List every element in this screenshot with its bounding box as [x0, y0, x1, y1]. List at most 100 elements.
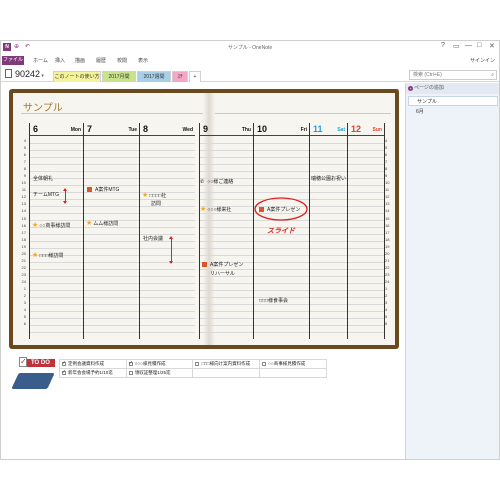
check-icon: ✓ [19, 357, 27, 367]
hour-label: 21 [21, 257, 26, 263]
search-icon: ⌕ [491, 72, 494, 78]
tab-home[interactable]: ホーム [33, 57, 48, 64]
tab-draw[interactable]: 描画 [75, 57, 85, 64]
tab-file[interactable]: ファイル [2, 56, 24, 65]
day-column-sun: 12 Sun [347, 123, 385, 339]
section-tab-monthly[interactable]: 2017月間 [102, 71, 136, 82]
todo-item[interactable]: ○○○様見積作成 [125, 359, 194, 369]
todo-item[interactable]: 新年会会場予約1/10迄 [59, 368, 127, 378]
event[interactable]: 全体朝礼 [33, 175, 53, 182]
hour-label: 4 [385, 307, 388, 313]
event[interactable]: 社内会議 [143, 235, 163, 242]
page-item-june[interactable]: 6月 [408, 107, 498, 117]
todo-checkbox[interactable] [262, 362, 267, 366]
todo-checkbox[interactable] [62, 360, 66, 366]
section-tab-weekly[interactable]: 2017週間 [137, 71, 171, 82]
day-of-week: Wed [182, 127, 193, 133]
close-button[interactable]: ✕ [489, 42, 495, 50]
hour-label: 8 [385, 166, 388, 172]
event[interactable]: ✆ ○○様ご連絡 [200, 178, 233, 185]
hour-label: 6 [385, 152, 388, 158]
page-title[interactable]: サンプル [23, 99, 63, 114]
todo-item[interactable]: □□□様向け案内資料作成 [192, 359, 261, 369]
minimize-button[interactable]: — [465, 42, 472, 49]
event[interactable]: □□□様食事会 [259, 297, 288, 304]
star-icon: ★ [200, 206, 207, 213]
hour-label: 9 [385, 173, 388, 179]
signin-link[interactable]: サインイン [470, 57, 495, 64]
event[interactable]: ★□□□□社 [142, 191, 166, 199]
todo-item[interactable]: ○○商事様見積作成 [259, 359, 327, 369]
event[interactable]: チームMTG [33, 191, 59, 198]
tab-history[interactable]: 履歴 [96, 57, 106, 64]
maximize-button[interactable]: □ [477, 42, 481, 49]
star-icon: ★ [142, 192, 149, 199]
hour-label: 13 [385, 201, 390, 207]
todo-checkbox[interactable] [128, 371, 133, 375]
event[interactable]: ★□□□様訪問 [32, 251, 63, 259]
todo-checkbox[interactable] [128, 360, 133, 366]
todo-item[interactable] [259, 368, 327, 378]
square-marker-icon [202, 262, 207, 267]
hour-label: 17 [21, 229, 26, 235]
todo-badge: TO DO [23, 359, 55, 367]
hour-label: 19 [385, 243, 390, 249]
hour-label: 6 [385, 321, 388, 327]
hour-label: 14 [385, 208, 390, 214]
tab-review[interactable]: 校閲 [117, 57, 127, 64]
day-column-thu: 9 Thu [199, 123, 253, 339]
event[interactable]: リハーサル [210, 270, 235, 277]
notebook-dropdown[interactable]: 90242 ▾ [5, 69, 44, 79]
section-tab-extra[interactable]: ｽﾁ [172, 71, 188, 82]
hour-label: 19 [21, 243, 26, 249]
event[interactable]: 瑞穂公園お祝い [311, 175, 346, 182]
hour-label: 7 [385, 159, 388, 165]
search-input[interactable]: 検索 (Ctrl+E) ⌕ [409, 70, 497, 80]
hour-label: 18 [385, 236, 390, 242]
todo-checkbox[interactable] [195, 362, 200, 366]
hour-label: 22 [385, 264, 390, 270]
hour-label: 6 [23, 321, 26, 327]
notebook-bar: 90242 ▾ このノートの使い方 2017月間 2017週間 ｽﾁ + 検索 … [1, 68, 499, 82]
hour-label: 24 [385, 278, 390, 284]
event[interactable]: 訪問 [151, 200, 161, 207]
handwritten-circle [254, 197, 308, 221]
tab-view[interactable]: 表示 [138, 57, 148, 64]
help-icon[interactable]: ? [441, 42, 445, 49]
ribbon-display-icon[interactable]: ▭ [453, 42, 460, 50]
hour-label: 23 [21, 271, 26, 277]
hour-label: 10 [385, 180, 390, 186]
hour-label: 3 [23, 300, 26, 306]
todo-item[interactable]: 定例会議資料作成 [59, 359, 127, 369]
hour-label: 10 [21, 180, 26, 186]
section-tab-howto[interactable]: このノートの使い方 [53, 71, 101, 82]
event[interactable]: ★ムム様訪問 [86, 219, 118, 227]
hour-label: 4 [385, 138, 388, 143]
todo-text: 定例会議資料作成 [68, 361, 104, 366]
add-section-button[interactable]: + [189, 71, 201, 82]
day-column-mon: 6 Mon [29, 123, 83, 339]
hour-label: 7 [23, 159, 26, 165]
todo-item[interactable] [192, 368, 261, 378]
event[interactable]: A案件MTG [87, 186, 119, 193]
day-number: 6 [33, 124, 39, 134]
event[interactable]: ★○○○様来社 [200, 205, 231, 213]
hour-label: 9 [23, 173, 26, 179]
hour-label: 11 [385, 187, 390, 193]
todo-item[interactable]: 領収証整理1/25迄 [125, 368, 194, 378]
hour-label: 3 [385, 300, 388, 306]
hour-label: 8 [23, 166, 26, 172]
todo-checkbox[interactable] [62, 369, 66, 375]
todo-row: 新年会会場予約1/10迄 領収証整理1/25迄 [59, 368, 327, 378]
hour-label: 18 [21, 236, 26, 242]
duration-arrow [63, 188, 67, 204]
event[interactable]: A案件プレゼン [202, 261, 243, 268]
hour-label: 2 [23, 293, 26, 299]
star-icon: ★ [86, 220, 93, 227]
add-page-button[interactable]: + ページの追加 [406, 83, 499, 94]
event[interactable]: ★○○商事様訪問 [32, 221, 70, 229]
notebook-name: 90242 [15, 69, 41, 79]
page-item-sample[interactable]: サンプル [408, 96, 498, 106]
hour-label: 6 [23, 152, 26, 158]
tab-insert[interactable]: 挿入 [55, 57, 65, 64]
